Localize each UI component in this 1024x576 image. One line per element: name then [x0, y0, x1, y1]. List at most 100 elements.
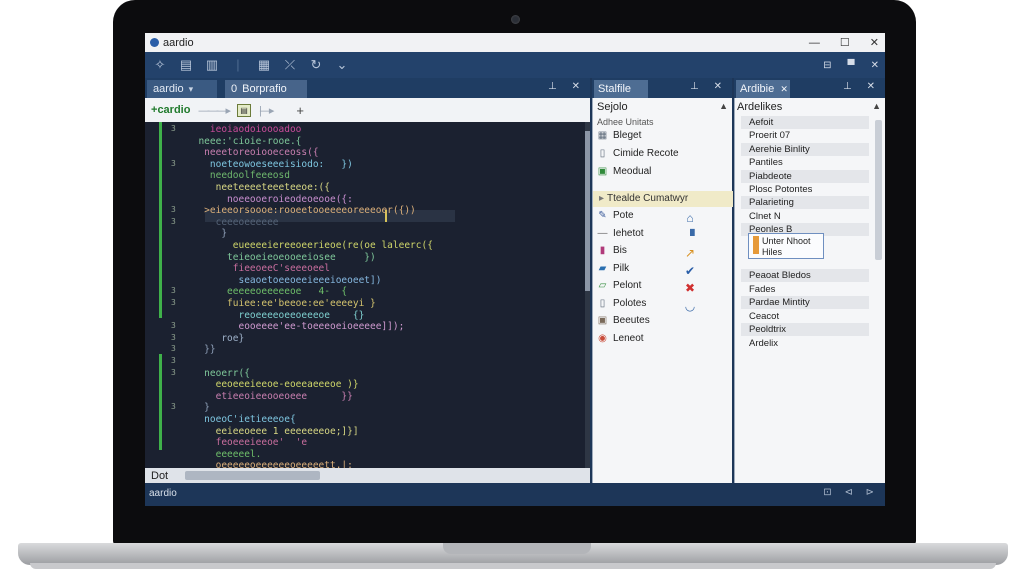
code-editor[interactable]: 333333333333 ieoiaodoioooadoo neee:'cioi…: [145, 122, 585, 468]
editor-pin-close[interactable]: ⊥ ✕: [548, 81, 586, 92]
collapse-icon[interactable]: ▲: [719, 101, 728, 111]
file-icon: [753, 236, 759, 254]
item-icon: ▮: [599, 245, 606, 256]
action-icon[interactable]: ⌂: [683, 211, 697, 225]
tab-stalfile[interactable]: Stalfile: [594, 80, 648, 98]
action-icon[interactable]: ↗: [683, 246, 697, 260]
document-icon[interactable]: ▥: [205, 58, 219, 72]
arrow-icon[interactable]: |—▸: [259, 104, 274, 117]
code-line: neee:'cioie-rooe.{: [187, 135, 302, 147]
middle-panel-header: Stalfile ⊥ ✕: [592, 78, 732, 98]
code-line: eeieeoeee 1 eeeeeeeoe;]}]: [187, 425, 359, 437]
code-line: teieoeieoeooeeiosee }): [187, 251, 376, 263]
right-pin-close[interactable]: ⊥ ✕: [843, 81, 881, 92]
code-line: >eieeorsoooe:rooeetooeeeeoreeeoer({)): [187, 205, 416, 217]
horizontal-scrollbar[interactable]: Dot: [145, 468, 590, 483]
list-item[interactable]: Ardelix: [741, 337, 869, 350]
list-item-label: Meodual: [613, 166, 652, 177]
tab-marker: 0: [231, 83, 238, 95]
title-bar: aardio — ☐ ✕: [145, 33, 885, 52]
list-item[interactable]: Aerehie Binlity: [741, 142, 869, 156]
code-line: reoeeeeoeeoeeeoe {}: [187, 309, 365, 321]
list-item[interactable]: ▱ Pelont: [597, 280, 642, 291]
item-icon: ▯: [599, 297, 606, 309]
editor-gutter: 333333333333: [145, 122, 183, 468]
middle-pin-close[interactable]: ⊥ ✕: [690, 81, 728, 92]
line-number: 3: [171, 344, 176, 354]
window-controls: — ☐ ✕: [809, 33, 879, 52]
item-icon: —: [597, 227, 608, 239]
refresh-icon[interactable]: ↻: [309, 58, 323, 72]
item-icon: ◉: [598, 332, 607, 344]
list-item[interactable]: ◉ Leneot: [597, 332, 644, 344]
action-icon[interactable]: ✖: [683, 281, 697, 295]
toolbar-right: ⊟ ▀ ✕: [823, 52, 879, 78]
code-line: ieoiaodoioooadoo: [187, 124, 302, 135]
right-panel-scrollbar[interactable]: [875, 120, 882, 260]
expand-icon[interactable]: ▸: [599, 193, 604, 204]
list-item-label: Pote: [613, 210, 634, 221]
line-number: 3: [171, 402, 176, 412]
arrow-right-icon[interactable]: ———▸: [198, 104, 231, 117]
horizontal-scroll-thumb[interactable]: [185, 471, 320, 480]
list-item-label: Iehetot: [613, 227, 644, 239]
magic-wand-icon[interactable]: ✧: [153, 58, 167, 72]
card-line-2: Hiles: [762, 247, 783, 257]
insert-block-icon[interactable]: ▤: [236, 103, 251, 117]
tab-ardibie[interactable]: Ardibie ✕: [736, 80, 790, 98]
list-item[interactable]: Ceacot: [741, 310, 869, 323]
list-item[interactable]: Peoldtrix: [741, 323, 869, 337]
list-item[interactable]: ▯ Cimide Recote: [597, 148, 679, 159]
list-item[interactable]: Clnet N: [741, 210, 869, 223]
dock-button[interactable]: ▀: [848, 60, 855, 71]
panel-close-button[interactable]: ✕: [871, 60, 879, 71]
add-icon[interactable]: +: [296, 103, 304, 118]
list-item[interactable]: ▰ Pilk: [597, 263, 629, 274]
action-icon[interactable]: ✔: [683, 264, 697, 278]
list-item[interactable]: Aefoit: [741, 116, 869, 129]
collapse-icon[interactable]: ▲: [872, 101, 881, 111]
code-line: feoeeeieeoe' 'e: [187, 437, 308, 449]
code-line: eeeeeoeeeeeoe 4- {: [187, 286, 348, 298]
list-item[interactable]: Pantiles: [741, 156, 869, 169]
list-item[interactable]: Pardae Mintity: [741, 296, 869, 310]
share-icon[interactable]: ⤫: [283, 58, 297, 72]
action-icon[interactable]: ▝: [683, 229, 697, 243]
list-item[interactable]: Piabdeote: [741, 169, 869, 183]
laptop-notch: [443, 543, 591, 554]
tab-borprafio[interactable]: 0 Borprafio: [225, 80, 307, 98]
list-item[interactable]: ▣ Beeutes: [597, 315, 650, 326]
list-item-label: Leneot: [613, 332, 644, 344]
tab-dropdown-icon[interactable]: ▾: [189, 84, 194, 95]
status-icons[interactable]: ⊡ ⊲ ⊳: [823, 487, 879, 498]
list-item[interactable]: ▣ Meodual: [597, 166, 652, 177]
tab-aardio[interactable]: aardio ▾: [147, 80, 217, 98]
list-item[interactable]: Palarieting: [741, 196, 869, 210]
code-line: eeeeeel.: [187, 448, 262, 460]
list-item[interactable]: ▯ Polotes: [597, 297, 647, 309]
webcam-icon: [511, 15, 520, 24]
list-item[interactable]: ▦ Bleget: [597, 130, 642, 141]
maximize-button[interactable]: ☐: [840, 36, 850, 49]
list-item[interactable]: Plosc Potontes: [741, 183, 869, 196]
list-item[interactable]: Proerit 07: [741, 129, 869, 142]
selected-card[interactable]: Unter Nhoot Hiles: [748, 233, 824, 259]
pin-button[interactable]: ⊟: [823, 60, 831, 71]
list-item[interactable]: Peaoat Bledos: [741, 269, 869, 282]
action-icon[interactable]: ◡: [683, 299, 697, 313]
list-item[interactable]: Fades: [741, 283, 869, 296]
chevron-down-icon[interactable]: ⌄: [335, 58, 349, 72]
close-button[interactable]: ✕: [870, 36, 879, 49]
window-icon[interactable]: ▤: [179, 58, 193, 72]
minimize-button[interactable]: —: [809, 37, 820, 49]
code-line: }: [187, 402, 210, 414]
item-icon: ▦: [597, 130, 608, 141]
panel-icon[interactable]: ▦: [257, 58, 271, 72]
list-item[interactable]: — Iehetot: [597, 228, 644, 239]
scrollbar-thumb[interactable]: [585, 131, 590, 291]
middle-panel: Sejolo ▲ Adhee Unitats ▦ Bleget ▯ Cimide Re…: [592, 98, 733, 483]
list-item[interactable]: ✎ Pote: [597, 210, 634, 221]
code-line: eooeeee'ee-toeeeoeioeeeee]]);: [187, 321, 405, 333]
list-item[interactable]: ▮ Bis: [597, 245, 627, 256]
tab-close-icon[interactable]: ✕: [780, 84, 788, 94]
